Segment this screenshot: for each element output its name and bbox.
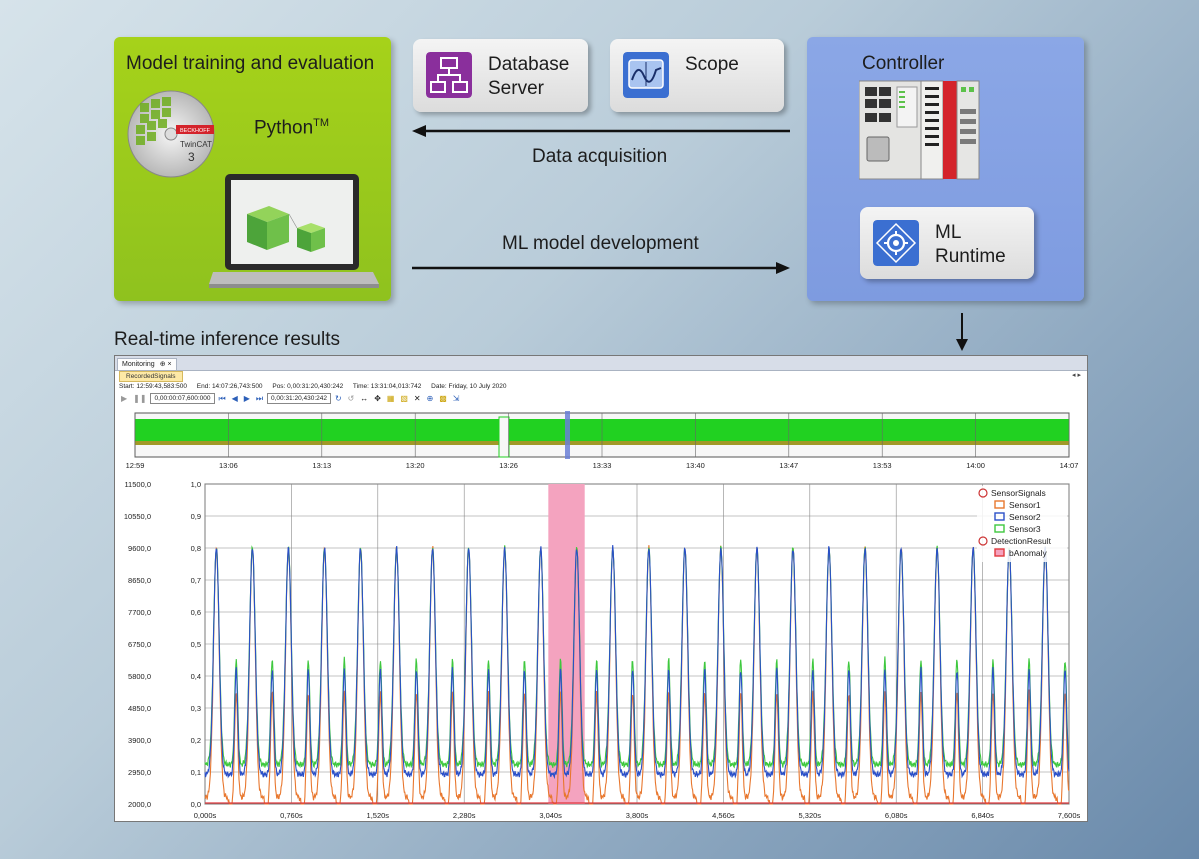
x-tick-label: 2,280s [453, 811, 476, 820]
overview-tick-label: 13:47 [779, 461, 798, 470]
timespan-field[interactable]: 0,00:00:07,600:000 [150, 393, 215, 404]
info-date: Date: Friday, 10 July 2020 [431, 383, 507, 390]
legend-sensor2: Sensor2 [1009, 512, 1041, 522]
y-left-tick-label: 5800,0 [128, 672, 151, 681]
info-end: End: 14:07:26,743:500 [196, 383, 263, 390]
y-left-tick-label: 2950,0 [128, 768, 151, 777]
banomaly-swatch-icon [994, 548, 1005, 557]
ml-runtime-box: ML Runtime [860, 207, 1034, 279]
y-left-tick-label: 7700,0 [128, 608, 151, 617]
overview-tick-label: 14:07 [1060, 461, 1079, 470]
pause-icon[interactable]: ❚❚ [133, 394, 146, 403]
realtime-results-label: Real-time inference results [114, 329, 340, 350]
x-tick-label: 6,080s [885, 811, 908, 820]
y-left-tick-label: 6750,0 [128, 640, 151, 649]
info-time: Time: 13:31:04,013:742 [352, 383, 422, 390]
overview-tick-label: 12:59 [126, 461, 145, 470]
data-acquisition-label: Data acquisition [532, 146, 668, 167]
reload-icon[interactable]: ↺ [348, 394, 355, 403]
y-left-tick-label: 3900,0 [128, 736, 151, 745]
y-right-tick-label: 0,6 [191, 608, 201, 617]
legend-sensor3: Sensor3 [1009, 524, 1041, 534]
y-left-tick-label: 11500,0 [124, 480, 151, 489]
overview-tick-label: 13:13 [312, 461, 331, 470]
y-right-tick-label: 0,5 [191, 640, 201, 649]
overview-timeline[interactable]: 12:59 13:06 13:13 13:20 13:26 13:33 13:40 13:47… [115, 411, 1087, 471]
scope-toolbar: ▶ ❚❚ 0,00:00:07,600:000 ⏮ ◀ ▶ ⏭ 0,00:31:… [119, 393, 461, 405]
legend-group-detectionresult: DetectionResult [991, 536, 1052, 546]
x-tick-label: 0,760s [280, 811, 303, 820]
play-icon[interactable]: ▶ [121, 394, 127, 403]
chart-fit-icon[interactable]: ▧ [400, 394, 408, 403]
info-start: Start: 12:59:43,583:500 [119, 383, 187, 390]
y-left-tick-label: 2000,0 [128, 800, 151, 809]
x-tick-label: 5,320s [799, 811, 822, 820]
y-left-tick-label: 10550,0 [124, 512, 151, 521]
x-tick-label: 7,600s [1058, 811, 1081, 820]
legend-sensor1: Sensor1 [1009, 500, 1041, 510]
ml-runtime-icon [873, 220, 919, 266]
y-right-tick-label: 0,8 [191, 544, 201, 553]
plc-controller-icon [859, 80, 980, 180]
cross-cursor-icon[interactable]: ✕ [414, 394, 421, 403]
window-tab-bar: Monitoring ⊕ × [115, 356, 1087, 371]
ml-runtime-label-line1: ML [935, 222, 962, 243]
x-tick-label: 3,040s [539, 811, 562, 820]
recording-info-bar: Start: 12:59:43,583:500 End: 14:07:26,74… [119, 383, 515, 390]
legend-banomaly: bAnomaly [1009, 548, 1048, 558]
overview-cursor[interactable] [565, 411, 570, 459]
y-left-tick-label: 4850,0 [128, 704, 151, 713]
tab-recorded-signals[interactable]: RecordedSignals [119, 371, 183, 382]
y-left-tick-label: 9600,0 [128, 544, 151, 553]
ml-development-label: ML model development [502, 233, 699, 254]
position-field[interactable]: 0,00:31:20,430:242 [266, 393, 332, 404]
y-right-tick-label: 0,7 [191, 576, 201, 585]
overview-tick-label: 13:33 [593, 461, 612, 470]
y-right-tick-label: 0,1 [191, 768, 201, 777]
refresh-icon[interactable]: ↻ [335, 394, 342, 403]
overview-tick-label: 13:20 [406, 461, 425, 470]
x-tick-label: 0,000s [194, 811, 217, 820]
move-icon[interactable]: ✥ [374, 394, 381, 403]
legend-group-sensorsignals: SensorSignals [991, 488, 1046, 498]
export-icon[interactable]: ⇲ [453, 394, 460, 403]
y-right-tick-label: 0,4 [191, 672, 201, 681]
x-tick-label: 1,520s [367, 811, 390, 820]
skip-end-icon[interactable]: ⏭ [256, 394, 263, 404]
chart-auto-icon[interactable]: ▩ [439, 394, 447, 403]
tab-monitoring[interactable]: Monitoring ⊕ × [117, 358, 177, 370]
scope-view-window: Monitoring ⊕ × RecordedSignals ◂ ▸ Start:… [114, 355, 1088, 822]
overview-tick-label: 14:00 [966, 461, 985, 470]
tab-pin-close-icon[interactable]: ⊕ × [160, 361, 172, 368]
x-tick-label: 3,800s [626, 811, 649, 820]
y-right-tick-label: 0,3 [191, 704, 201, 713]
step-forward-icon[interactable]: ▶ [244, 394, 250, 403]
controller-title: Controller [862, 53, 945, 74]
overview-tick-label: 13:06 [219, 461, 238, 470]
step-back-icon[interactable]: ◀ [232, 394, 238, 403]
y-right-tick-label: 0,0 [191, 800, 201, 809]
sensor-chart[interactable]: 11500,0 10550,0 9600,0 8650,0 7700,0 6750,0 58… [115, 474, 1087, 821]
ml-runtime-label-line2: Runtime [935, 246, 1006, 267]
x-tick-label: 6,840s [971, 811, 994, 820]
y-right-tick-label: 1,0 [191, 480, 201, 489]
chart-legend: SensorSignals Sensor1 Sensor2 Sensor3 De… [977, 486, 1067, 562]
y-left-tick-label: 8650,0 [128, 576, 151, 585]
overview-tick-label: 13:53 [873, 461, 892, 470]
x-tick-label: 4,560s [712, 811, 735, 820]
tab-nav-arrows-icon[interactable]: ◂ ▸ [1072, 371, 1081, 379]
y-right-tick-label: 0,9 [191, 512, 201, 521]
overview-tick-label: 13:26 [499, 461, 518, 470]
zoom-in-icon[interactable]: ⊕ [427, 394, 434, 403]
skip-start-icon[interactable]: ⏮ [218, 394, 225, 404]
y-right-tick-label: 0,2 [191, 736, 201, 745]
info-pos: Pos: 0,00:31:20,430:242 [272, 383, 344, 390]
overview-tick-label: 13:40 [686, 461, 705, 470]
chart-zoom-icon[interactable]: ▦ [387, 394, 395, 403]
pan-horizontal-icon[interactable]: ↔ [360, 394, 368, 403]
